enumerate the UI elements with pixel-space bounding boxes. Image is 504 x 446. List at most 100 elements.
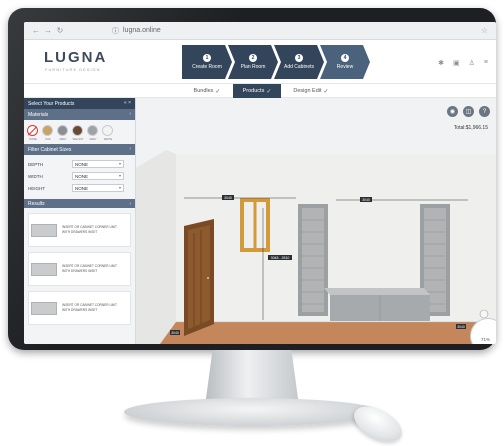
tab-products[interactable]: Products ✓ <box>233 84 281 98</box>
product-thumbnail <box>31 262 57 276</box>
materials-title: Materials <box>28 111 49 118</box>
filter-depth: DEPTH NONE ▾ <box>24 159 135 169</box>
desktop-mockup: ← → ↻ ⓘ lugna.online ☆ LUGNA FURNITURE D… <box>0 0 504 446</box>
step-label: Add Cabinets <box>283 64 315 70</box>
low-cabinet[interactable] <box>324 288 430 295</box>
chevron-icon: › <box>129 201 131 207</box>
product-name: INSERT OR CABINET CORNER UNIT WITH DRAWE… <box>62 264 117 273</box>
step-number: 1 <box>203 54 211 62</box>
help-icon[interactable]: ? <box>479 106 490 117</box>
swatch-grey[interactable] <box>57 125 68 136</box>
tab-label: Bundles <box>193 88 214 94</box>
sub-tabs: Bundles ✓ Products ✓ Design Edit ✓ <box>24 84 496 98</box>
settings-icon[interactable]: ✱ <box>438 59 444 67</box>
width-select[interactable]: NONE ▾ <box>72 172 124 180</box>
dimension-label-text: 3040 <box>224 196 232 200</box>
step-review[interactable]: 4 Review <box>320 45 370 79</box>
browser-toolbar: ← → ↻ ⓘ lugna.online ☆ <box>24 22 496 40</box>
swatch-walnut[interactable] <box>72 125 83 136</box>
menu-icon[interactable]: ≡ <box>484 59 488 67</box>
materials-header[interactable]: Materials › <box>24 109 135 120</box>
filter-height: HEIGHT NONE ▾ <box>24 183 135 193</box>
collapse-icon[interactable]: « × <box>124 100 131 106</box>
reload-icon[interactable]: ↻ <box>54 26 66 35</box>
swatch-label: WALNUT <box>72 138 84 141</box>
step-add-cabinets[interactable]: 3 Add Cabinets <box>274 45 324 79</box>
dimension-label-text: 3040 <box>457 325 465 329</box>
compass-icon[interactable] <box>479 309 489 319</box>
height-select[interactable]: NONE ▾ <box>72 184 124 192</box>
progress-steps: 1 Create Room 2 Plan Room 3 Add Cabinets… <box>182 45 370 79</box>
select-value: NONE <box>75 161 89 167</box>
product-name: INSERT OR CABINET CORNER UNIT WITH DRAWE… <box>62 303 117 312</box>
monitor-stand-base <box>124 398 380 426</box>
material-swatches <box>24 120 135 138</box>
step-number: 2 <box>249 54 257 62</box>
select-value: NONE <box>75 173 89 179</box>
user-icon[interactable]: ♙ <box>469 59 475 67</box>
check-icon: ✓ <box>323 88 329 95</box>
result-card[interactable]: INSERT OR CABINET CORNER UNIT WITH DRAWE… <box>28 213 131 247</box>
step-create-room[interactable]: 1 Create Room <box>182 45 232 79</box>
swatch-oak[interactable] <box>42 125 53 136</box>
filter-width: WIDTH NONE ▾ <box>24 171 135 181</box>
chevron-icon: › <box>129 146 131 152</box>
swatch-label: NONE <box>29 138 37 141</box>
product-thumbnail <box>31 301 57 315</box>
url-text: lugna.online <box>123 27 161 34</box>
tab-design-edit[interactable]: Design Edit ✓ <box>283 84 339 98</box>
swatch-label: GREY <box>89 138 97 141</box>
monitor-frame: ← → ↻ ⓘ lugna.online ☆ LUGNA FURNITURE D… <box>8 8 496 350</box>
step-plan-room[interactable]: 2 Plan Room <box>228 45 278 79</box>
result-card[interactable]: INSERT OR CABINET CORNER UNIT WITH DRAWE… <box>28 291 131 325</box>
select-value: NONE <box>75 185 89 191</box>
result-card[interactable]: INSERT OR CABINET CORNER UNIT WITH DRAWE… <box>28 252 131 286</box>
product-name: INSERT OR CABINET CORNER UNIT WITH DRAWE… <box>62 225 117 234</box>
filter-label: HEIGHT <box>28 185 46 191</box>
results-title: Results <box>28 200 45 207</box>
dimension-label-text: 3040 <box>362 198 370 202</box>
save-icon[interactable]: ▣ <box>453 59 460 67</box>
results-header: Results › <box>24 199 135 208</box>
site-info-icon[interactable]: ⓘ <box>112 26 119 36</box>
swatch-none[interactable] <box>27 125 38 136</box>
header-actions: ✱ ▣ ♙ ≡ <box>438 59 488 67</box>
camera-icon[interactable]: ◉ <box>447 106 458 117</box>
back-icon[interactable]: ← <box>30 26 42 35</box>
filter-label: WIDTH <box>28 173 43 179</box>
swatch-label: GREY <box>59 138 67 141</box>
left-wall <box>136 150 176 344</box>
step-number: 4 <box>341 54 349 62</box>
depth-select[interactable]: NONE ▾ <box>72 160 124 168</box>
logo-tagline: FURNITURE DESIGN <box>45 67 101 72</box>
chevron-icon: › <box>129 111 131 117</box>
tab-bundles[interactable]: Bundles ✓ <box>184 84 230 98</box>
chevron-down-icon: ▾ <box>118 185 121 190</box>
forward-icon[interactable]: → <box>42 26 54 35</box>
step-number: 3 <box>295 54 303 62</box>
swatch-grey-2[interactable] <box>87 125 98 136</box>
swatch-white[interactable] <box>102 125 113 136</box>
view-icon[interactable]: ◫ <box>463 106 474 117</box>
filter-header[interactable]: Filter Cabinet Sizes › <box>24 144 135 155</box>
address-bar[interactable]: ⓘ lugna.online <box>112 26 161 36</box>
room-render: 3040 3040 3048 - 2810 3040 3040 <box>136 150 496 344</box>
swatch-label: WHITE <box>103 138 113 141</box>
tab-label: Design Edit <box>293 88 322 94</box>
step-label: Plan Room <box>240 64 266 70</box>
step-label: Review <box>336 64 354 70</box>
app-header: LUGNA FURNITURE DESIGN 1 Create Room 2 P… <box>24 40 496 84</box>
logo[interactable]: LUGNA <box>44 49 107 66</box>
check-icon: ✓ <box>266 88 272 95</box>
filter-title: Filter Cabinet Sizes <box>28 146 72 153</box>
swatch-label: OAK <box>45 138 51 141</box>
screen: ← → ↻ ⓘ lugna.online ☆ LUGNA FURNITURE D… <box>24 22 496 344</box>
room-viewport[interactable]: 3040 3040 3048 - 2810 3040 3040 ◉ ◫ ? To… <box>136 98 496 344</box>
dimension-label-text: 3040 <box>171 331 179 335</box>
filter-label: DEPTH <box>28 161 44 167</box>
bookmark-star-icon[interactable]: ☆ <box>481 26 488 35</box>
select-products-header: Select Your Products « × <box>24 98 135 109</box>
sidebar-title: Select Your Products <box>28 100 75 107</box>
zoom-level: 71% <box>480 337 490 342</box>
product-thumbnail <box>31 223 57 237</box>
